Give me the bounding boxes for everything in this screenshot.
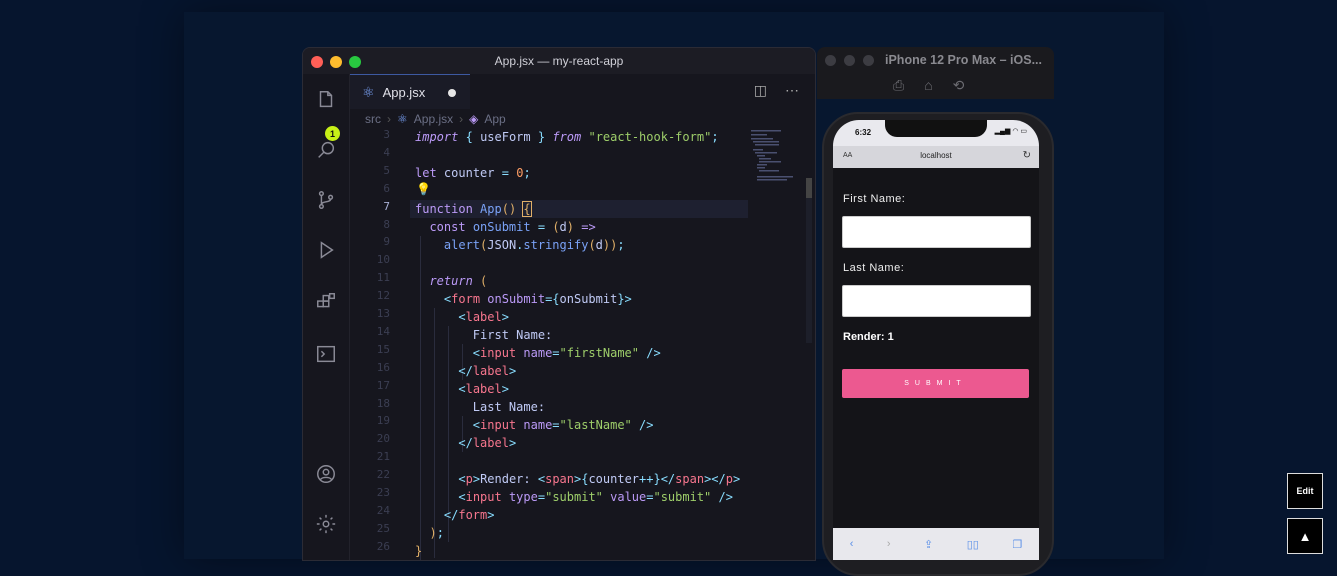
bookmarks-icon[interactable]: ▯▯ xyxy=(967,538,979,551)
component-symbol-icon: ◈ xyxy=(469,112,479,126)
iphone-screen: 6:32 ▂▄▆ ◠ ▭ AA localhost ↻ First Name: … xyxy=(833,120,1039,560)
status-time: 6:32 xyxy=(855,128,872,137)
sim-zoom-button[interactable] xyxy=(863,55,874,66)
minimap[interactable] xyxy=(751,128,801,188)
minimize-window-button[interactable] xyxy=(330,56,342,68)
title-bar: App.jsx — my-react-app xyxy=(303,48,815,74)
run-debug-icon[interactable] xyxy=(314,238,338,262)
last-name-input[interactable] xyxy=(842,285,1031,317)
source-control-icon[interactable] xyxy=(314,188,338,212)
unsaved-dot-icon[interactable] xyxy=(448,89,456,97)
back-icon[interactable]: ‹ xyxy=(850,538,854,550)
more-actions-icon[interactable]: ⋯ xyxy=(785,82,799,99)
tab-label: App.jsx xyxy=(382,84,426,100)
lightbulb-icon[interactable]: 💡 xyxy=(416,182,431,196)
account-icon[interactable] xyxy=(314,462,338,486)
extensions-icon[interactable] xyxy=(314,290,338,314)
first-name-label: First Name: xyxy=(843,193,906,205)
edit-button[interactable]: Edit xyxy=(1287,473,1323,509)
breadcrumb: src › ⚛ App.jsx › ◈ App xyxy=(365,112,506,126)
editor-scroll-thumb[interactable] xyxy=(806,178,812,198)
terminal-icon[interactable] xyxy=(314,342,338,366)
share-icon[interactable]: ⇪ xyxy=(924,538,933,551)
simulator-title: iPhone 12 Pro Max – iOS... xyxy=(885,53,1042,67)
react-file-icon: ⚛ xyxy=(397,112,408,126)
react-file-icon: ⚛ xyxy=(362,83,375,100)
line-number: 21 xyxy=(376,450,390,464)
rotate-icon[interactable]: ⟲ xyxy=(953,77,965,94)
submit-button[interactable]: SUBMIT xyxy=(842,369,1029,398)
simulator-toolbar: iPhone 12 Pro Max – iOS... ⎙ ⌂ ⟲ xyxy=(817,47,1054,99)
signal-wifi-battery-icon: ▂▄▆ ◠ ▭ xyxy=(994,128,1027,135)
tabs-icon[interactable]: ❐ xyxy=(1012,538,1022,551)
screenshot-icon[interactable]: ⎙ xyxy=(893,77,904,94)
scroll-up-button[interactable]: ▲ xyxy=(1287,518,1323,554)
first-name-input[interactable] xyxy=(842,216,1031,248)
home-icon[interactable]: ⌂ xyxy=(924,77,932,94)
close-window-button[interactable] xyxy=(311,56,323,68)
search-icon[interactable] xyxy=(314,138,338,162)
safari-url-bar[interactable]: AA localhost ↻ xyxy=(833,146,1039,168)
tab-app-jsx[interactable]: ⚛ App.jsx xyxy=(350,74,470,109)
editor-tab-bar: ⚛ App.jsx ◫ ⋯ xyxy=(350,74,815,109)
code-editor[interactable]: 3 4 5 6 7 8 9 10 11 12 13 14 15 16 17 18 19 20 21 22 23 24 25 2… xyxy=(350,128,805,560)
editor-scrollbar[interactable] xyxy=(806,178,812,343)
files-icon[interactable] xyxy=(314,88,338,112)
sim-close-button[interactable] xyxy=(825,55,836,66)
line-number: 10 xyxy=(376,253,390,267)
split-editor-icon[interactable]: ◫ xyxy=(754,82,767,99)
window-title: App.jsx — my-react-app xyxy=(494,54,624,68)
breadcrumb-folder[interactable]: src xyxy=(365,112,381,126)
last-name-label: Last Name: xyxy=(843,262,905,274)
web-content: First Name: Last Name: Render: 1 SUBMIT xyxy=(833,168,1039,528)
url-text[interactable]: localhost xyxy=(833,151,1039,160)
render-count: Render: 1 xyxy=(843,331,894,343)
line-number: 4 xyxy=(383,145,390,159)
sim-minimize-button[interactable] xyxy=(844,55,855,66)
breadcrumb-file[interactable]: App.jsx xyxy=(414,112,453,126)
notch xyxy=(885,120,987,137)
vscode-window: App.jsx — my-react-app 1 ⚛ App.jsx ◫ ⋯ s… xyxy=(302,47,816,561)
settings-gear-icon[interactable] xyxy=(314,512,338,536)
forward-icon[interactable]: › xyxy=(887,538,891,550)
activity-bar: 1 xyxy=(303,74,350,560)
breadcrumb-symbol[interactable]: App xyxy=(484,112,505,126)
reload-icon[interactable]: ↻ xyxy=(1023,150,1031,161)
zoom-window-button[interactable] xyxy=(349,56,361,68)
status-bar: 6:32 ▂▄▆ ◠ ▭ xyxy=(833,120,1039,146)
line-number: 6 xyxy=(383,181,390,195)
safari-toolbar: ‹ › ⇪ ▯▯ ❐ xyxy=(833,528,1039,560)
